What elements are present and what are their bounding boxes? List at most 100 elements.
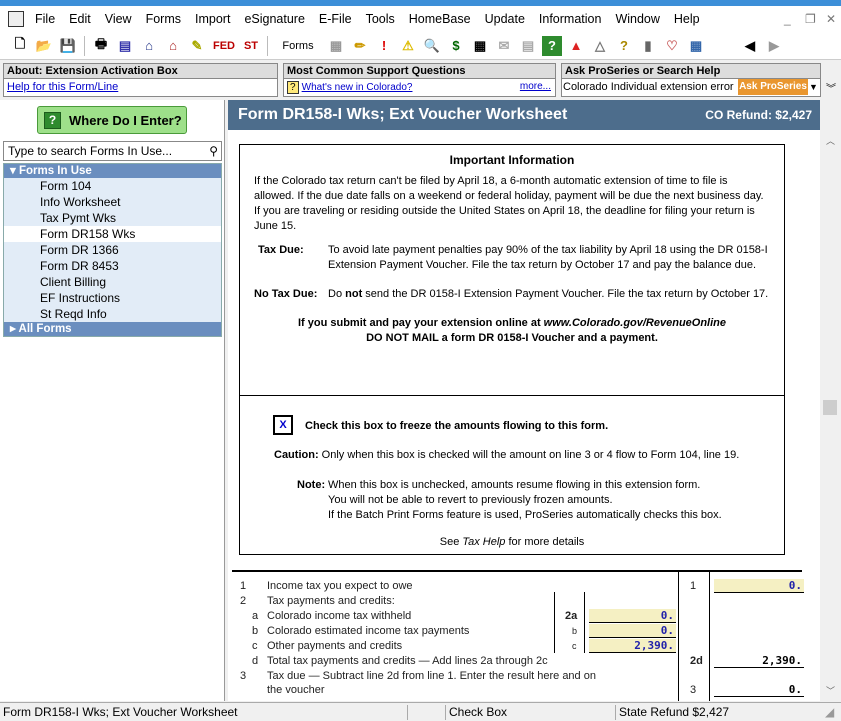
menu-help[interactable]: Help — [674, 12, 700, 26]
sidebar-item-form-104[interactable]: Form 104 — [4, 178, 221, 194]
forward-arrow-icon[interactable]: ▶ — [764, 36, 784, 56]
calendar-icon[interactable]: ▦ — [686, 36, 706, 56]
status-refund: State Refund $2,427 — [615, 705, 729, 720]
line-2b-amount[interactable]: 0. — [589, 624, 676, 638]
minimize-icon[interactable]: _ — [784, 12, 791, 26]
question-icon[interactable]: ? — [614, 36, 634, 56]
tax-due-label: Tax Due: — [258, 244, 304, 256]
scroll-thumb[interactable] — [823, 400, 837, 415]
where-do-i-enter-button[interactable]: ? Where Do I Enter? — [37, 106, 187, 134]
forms-search-input[interactable]: Type to search Forms In Use... ⚲ — [3, 141, 222, 161]
triangle-icon[interactable]: △ — [590, 36, 610, 56]
forms-tree: ▾ Forms In Use Form 104 Info Worksheet T… — [3, 163, 222, 337]
fed-button[interactable]: FED — [211, 36, 237, 56]
sidebar-item-client-billing[interactable]: Client Billing — [4, 274, 221, 290]
menu-efile[interactable]: E-File — [319, 12, 352, 26]
line-2c-amount[interactable]: 2,390. — [589, 639, 676, 653]
info-paragraph: If the Colorado tax return can't be file… — [254, 175, 764, 232]
back-arrow-icon[interactable]: ◀ — [740, 36, 760, 56]
note-text: When this box is unchecked, amounts resu… — [328, 479, 722, 521]
more-link[interactable]: more... — [520, 79, 551, 95]
ef-home-icon[interactable]: ⌂ — [163, 36, 183, 56]
error-icon[interactable]: ! — [374, 36, 394, 56]
ask-input[interactable]: Colorado Individual extension error — [563, 79, 737, 95]
menu-esignature[interactable]: eSignature — [244, 12, 304, 26]
line-2a-label: Colorado income tax withheld — [267, 610, 412, 622]
print-batch-icon[interactable]: ▤ — [115, 36, 135, 56]
menu-view[interactable]: View — [105, 12, 132, 26]
sidebar-item-form-dr-1366[interactable]: Form DR 1366 — [4, 242, 221, 258]
state-button[interactable]: ST — [241, 36, 261, 56]
open-icon[interactable]: 📂 — [34, 36, 54, 56]
forms-button[interactable]: Forms — [274, 36, 322, 56]
line-2a-box: 2a — [565, 610, 578, 622]
support-title: Most Common Support Questions — [284, 64, 555, 79]
about-title: About: Extension Activation Box — [4, 64, 277, 79]
vertical-scrollbar[interactable]: ︿ ﹀ — [820, 134, 841, 701]
mail-icon[interactable]: ✉ — [494, 36, 514, 56]
notes-icon[interactable]: ✎ — [187, 36, 207, 56]
group-forms-in-use[interactable]: ▾ Forms In Use — [4, 164, 221, 178]
whats-new-link[interactable]: What's new in Colorado? — [302, 82, 413, 93]
menu-window[interactable]: Window — [615, 12, 659, 26]
ask-dropdown-icon[interactable]: ▼ — [809, 79, 818, 95]
scroll-up-icon[interactable]: ︿ — [826, 134, 835, 147]
menu-tools[interactable]: Tools — [366, 12, 395, 26]
menu-file[interactable]: File — [35, 12, 55, 26]
scroll-down-icon[interactable]: ﹀ — [826, 684, 835, 697]
sidebar-item-form-dr158-wks[interactable]: Form DR158 Wks — [4, 226, 221, 242]
calculator-icon[interactable]: ▦ — [470, 36, 490, 56]
line-1-amount[interactable]: 0. — [714, 579, 804, 593]
menu-edit[interactable]: Edit — [69, 12, 91, 26]
restore-icon[interactable]: ❐ — [805, 12, 816, 26]
heart-icon[interactable]: ♡ — [662, 36, 682, 56]
new-icon[interactable]: 🗋 — [10, 36, 30, 56]
sidebar-item-ef-instructions[interactable]: EF Instructions — [4, 290, 221, 306]
form-area: Form DR158-I Wks; Ext Voucher Worksheet … — [228, 100, 820, 701]
resize-grip-icon[interactable]: ◢ — [822, 705, 834, 720]
expand-icon[interactable]: ︾ — [826, 80, 836, 95]
sidebar-item-st-reqd-info[interactable]: St Reqd Info — [4, 306, 221, 322]
tax-due-text: To avoid late payment penalties pay 90% … — [328, 244, 768, 271]
search-icon[interactable]: ⚲ — [209, 142, 218, 160]
dollar-icon[interactable]: $ — [446, 36, 466, 56]
close-icon[interactable]: ✕ — [826, 12, 836, 26]
print-icon[interactable]: 🖶 — [91, 36, 111, 56]
warning-icon[interactable]: ⚠ — [398, 36, 418, 56]
database-icon[interactable]: ▮ — [638, 36, 658, 56]
sidebar-item-info-worksheet[interactable]: Info Worksheet — [4, 194, 221, 210]
fax-icon[interactable]: ▤ — [518, 36, 538, 56]
menu-update[interactable]: Update — [485, 12, 525, 26]
menu-information[interactable]: Information — [539, 12, 602, 26]
group-all-forms[interactable]: ▸ All Forms — [4, 322, 221, 336]
line-1-num: 1 — [240, 580, 247, 592]
sidebar-item-form-dr-8453[interactable]: Form DR 8453 — [4, 258, 221, 274]
worksheet-icon[interactable]: ▦ — [326, 36, 346, 56]
save-icon[interactable]: 💾 — [58, 36, 78, 56]
menu-import[interactable]: Import — [195, 12, 230, 26]
help-icon: ? — [44, 111, 61, 129]
line-2b-num: b — [252, 625, 259, 637]
line-2c-label: Other payments and credits — [267, 640, 403, 652]
menu-homebase[interactable]: HomeBase — [409, 12, 471, 26]
line-2a-amount[interactable]: 0. — [589, 609, 676, 623]
alert-icon[interactable]: ▲ — [566, 36, 586, 56]
home-icon[interactable]: ⌂ — [139, 36, 159, 56]
ask-panel: Ask ProSeries or Search Help Colorado In… — [561, 63, 821, 97]
caution-note: Caution: Only when this box is checked w… — [274, 449, 740, 461]
help-form-link[interactable]: Help for this Form/Line — [7, 81, 118, 93]
freeze-checkbox[interactable]: X — [273, 415, 293, 435]
menu-forms[interactable]: Forms — [146, 12, 181, 26]
line-2b-box: b — [572, 626, 578, 636]
sidebar-item-tax-pymt-wks[interactable]: Tax Pymt Wks — [4, 210, 221, 226]
line-2d-label: Total tax payments and credits — Add lin… — [267, 655, 548, 667]
ask-title: Ask ProSeries or Search Help — [562, 64, 820, 79]
help-icon[interactable]: ? — [542, 35, 562, 56]
toolbar: 🗋 📂 💾 🖶 ▤ ⌂ ⌂ ✎ FED ST Forms ▦ ✏ ! ⚠ 🔍 $… — [0, 32, 841, 60]
line-3-amount: 0. — [714, 683, 804, 697]
pencil-icon[interactable]: ✏ — [350, 36, 370, 56]
ask-proseries-button[interactable]: Ask ProSeries — [738, 79, 808, 95]
sidebar: ? Where Do I Enter? Type to search Forms… — [0, 100, 225, 701]
line-2d-num: d — [252, 655, 259, 667]
review-icon[interactable]: 🔍 — [422, 36, 442, 56]
